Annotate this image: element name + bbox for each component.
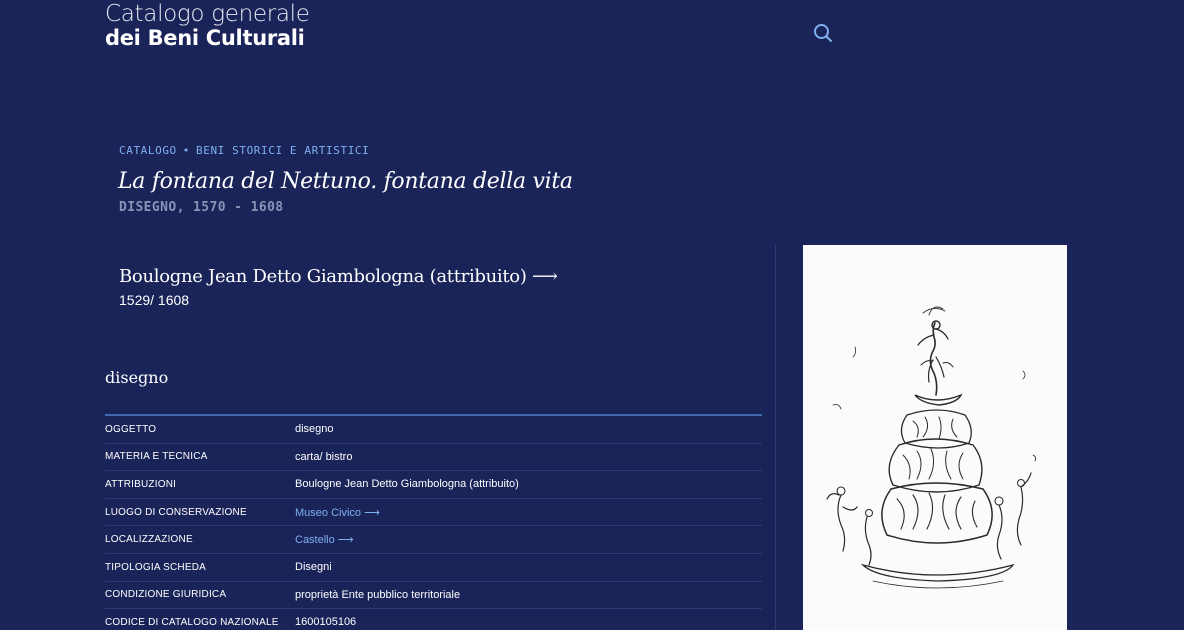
site-title[interactable]: Catalogo generale dei Beni Culturali — [105, 3, 310, 49]
breadcrumb: CATALOGO • BENI STORICI E ARTISTICI — [119, 144, 369, 157]
row-label: CODICE DI CATALOGO NAZIONALE — [105, 616, 279, 628]
table-row: LUOGO DI CONSERVAZIONE Museo Civico ⟶ — [105, 499, 762, 527]
museum-link[interactable]: Museo Civico ⟶ — [295, 506, 380, 519]
table-row: MATERIA E TECNICA carta/ bistro — [105, 444, 762, 472]
page: Catalogo generale dei Beni Culturali CAT… — [0, 0, 1184, 630]
table-row: CODICE DI CATALOGO NAZIONALE 1600105106 — [105, 609, 762, 630]
search-button[interactable] — [812, 22, 834, 44]
table-row: ATTRIBUZIONI Boulogne Jean Detto Giambol… — [105, 471, 762, 499]
row-value: disegno — [295, 423, 334, 436]
table-row: TIPOLOGIA SCHEDA Disegni — [105, 554, 762, 582]
site-title-line1: Catalogo generale — [105, 1, 310, 27]
page-title: La fontana del Nettuno. fontana della vi… — [118, 169, 573, 194]
section-heading: disegno — [105, 368, 169, 387]
author-link[interactable]: Boulogne Jean Detto Giambologna (attribu… — [119, 266, 558, 287]
row-label: TIPOLOGIA SCHEDA — [105, 561, 207, 573]
details-table: OGGETTO disegno MATERIA E TECNICA carta/… — [105, 414, 762, 630]
table-row: LOCALIZZAZIONE Castello ⟶ — [105, 526, 762, 554]
row-label: OGGETTO — [105, 423, 157, 435]
row-label: MATERIA E TECNICA — [105, 451, 208, 463]
artwork-image[interactable] — [803, 245, 1067, 630]
column-divider — [775, 245, 776, 630]
row-label: CONDIZIONE GIURIDICA — [105, 589, 227, 601]
search-icon — [814, 24, 832, 42]
location-link[interactable]: Castello ⟶ — [295, 533, 354, 546]
row-value: Boulogne Jean Detto Giambologna (attribu… — [295, 478, 519, 491]
row-label: ATTRIBUZIONI — [105, 478, 177, 490]
breadcrumb-item-category[interactable]: BENI STORICI E ARTISTICI — [196, 144, 369, 157]
breadcrumb-item-catalogo[interactable]: CATALOGO — [119, 144, 177, 157]
row-value: Disegni — [295, 561, 332, 574]
row-label: LOCALIZZAZIONE — [105, 534, 193, 546]
site-title-line2: dei Beni Culturali — [105, 26, 305, 50]
author-dates: 1529/ 1608 — [119, 292, 190, 308]
row-label: LUOGO DI CONSERVAZIONE — [105, 506, 247, 518]
row-value: carta/ bistro — [295, 450, 353, 463]
row-value: 1600105106 — [295, 616, 357, 629]
table-row: OGGETTO disegno — [105, 416, 762, 444]
page-subtitle: DISEGNO, 1570 - 1608 — [119, 200, 284, 215]
table-row: CONDIZIONE GIURIDICA proprietà Ente pubb… — [105, 582, 762, 610]
row-value: proprietà Ente pubblico territoriale — [295, 588, 461, 601]
fountain-drawing — [803, 245, 1067, 630]
breadcrumb-separator: • — [182, 144, 191, 157]
